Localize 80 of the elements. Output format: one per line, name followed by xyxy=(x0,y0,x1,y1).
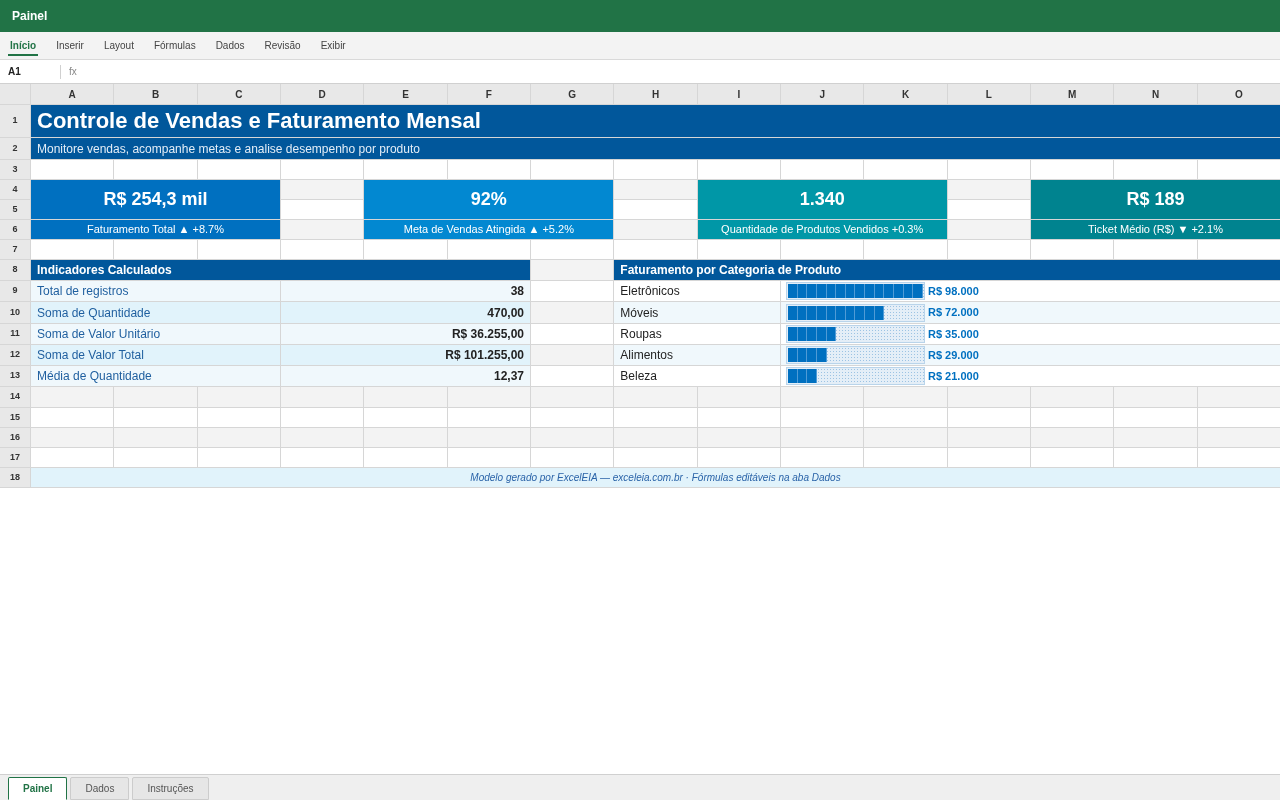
kpi-label-tile: Meta de Vendas Atingida ▲ +5.2% xyxy=(364,220,614,239)
kpi-label-tile: Quantidade de Produtos Vendidos +0.3% xyxy=(697,220,947,239)
column-header[interactable]: B xyxy=(114,84,197,104)
ribbon-tab[interactable]: Inserir xyxy=(54,36,86,56)
column-header[interactable]: F xyxy=(447,84,530,104)
kpi-value-tile: R$ 189 xyxy=(1031,180,1280,219)
kpi-label-tile: Ticket Médio (R$) ▼ +2.1% xyxy=(1031,220,1280,239)
category-value: R$ 72.000 xyxy=(928,305,979,321)
category-value: R$ 98.000 xyxy=(928,283,979,299)
row-header[interactable]: 11 xyxy=(0,324,30,344)
category-name: Roupas xyxy=(614,324,780,344)
row-header[interactable]: 6 xyxy=(0,220,30,239)
row-header[interactable]: 5 xyxy=(0,200,30,219)
kpi-value-tile: R$ 254,3 mil xyxy=(31,180,280,219)
ribbon-tab[interactable]: Exibir xyxy=(318,36,348,56)
kpi-value-tile: 1.340 xyxy=(697,180,947,219)
indicator-value: 12,37 xyxy=(281,366,530,386)
row-header[interactable]: 1 xyxy=(0,105,30,137)
subtitle-banner: Monitore vendas, acompanhe metas e analise desempenho por produto xyxy=(31,138,1280,159)
row-header[interactable]: 12 xyxy=(0,345,30,365)
section-header: Faturamento por Categoria de Produto xyxy=(614,260,1280,280)
ribbon-tab[interactable]: Fórmulas xyxy=(151,36,198,56)
ribbon-tab[interactable]: Revisão xyxy=(262,36,303,56)
column-header[interactable]: M xyxy=(1031,84,1114,104)
indicator-label: Média de Quantidade xyxy=(31,366,280,386)
indicator-label: Soma de Valor Unitário xyxy=(31,324,280,344)
row-header[interactable]: 18 xyxy=(0,468,30,487)
ribbon-tab[interactable]: Layout xyxy=(101,36,136,56)
category-name: Beleza xyxy=(614,366,780,386)
category-name: Eletrônicos xyxy=(614,281,780,301)
category-name: Móveis xyxy=(614,302,780,323)
sheet-tab[interactable]: Painel xyxy=(8,777,68,800)
fx-label: fx xyxy=(69,65,77,79)
category-value: R$ 29.000 xyxy=(928,347,979,363)
row-header[interactable]: 4 xyxy=(0,180,30,199)
row-header[interactable]: 15 xyxy=(0,408,30,427)
column-header[interactable]: C xyxy=(197,84,280,104)
indicator-value: R$ 101.255,00 xyxy=(281,345,530,365)
row-header[interactable]: 2 xyxy=(0,138,30,159)
column-header[interactable]: N xyxy=(1114,84,1197,104)
ribbon-tab[interactable]: Início xyxy=(8,36,39,56)
column-header[interactable]: E xyxy=(364,84,447,104)
column-header[interactable]: J xyxy=(781,84,864,104)
category-value: R$ 21.000 xyxy=(928,368,979,384)
ribbon-tab[interactable]: Dados xyxy=(213,36,247,56)
sheet-tab[interactable]: Instruções xyxy=(132,777,209,800)
indicator-label: Total de registros xyxy=(31,281,280,301)
column-header[interactable]: H xyxy=(614,84,697,104)
section-header: Indicadores Calculados xyxy=(31,260,530,280)
indicator-value: R$ 36.255,00 xyxy=(281,324,530,344)
row-header[interactable]: 8 xyxy=(0,260,30,280)
row-header[interactable]: 13 xyxy=(0,366,30,386)
column-header[interactable]: G xyxy=(531,84,614,104)
footer-note: Modelo gerado por ExcelEIA — exceleia.com.br · Fórmulas editáveis na aba Dados xyxy=(31,468,1280,487)
row-header[interactable]: 17 xyxy=(0,448,30,467)
app-title: Painel xyxy=(12,8,48,25)
kpi-value-tile: 92% xyxy=(364,180,614,219)
category-value: R$ 35.000 xyxy=(928,326,979,342)
name-box[interactable]: A1 xyxy=(0,64,60,79)
column-header[interactable]: A xyxy=(31,84,114,104)
select-all-corner[interactable] xyxy=(0,84,30,104)
column-header[interactable]: I xyxy=(697,84,780,104)
column-header[interactable]: O xyxy=(1197,84,1280,104)
row-header[interactable]: 3 xyxy=(0,160,30,179)
column-header[interactable]: L xyxy=(947,84,1030,104)
row-header[interactable]: 14 xyxy=(0,387,30,407)
indicator-label: Soma de Quantidade xyxy=(31,302,280,323)
sheet-tab[interactable]: Dados xyxy=(70,777,130,800)
indicator-label: Soma de Valor Total xyxy=(31,345,280,365)
row-header[interactable]: 9 xyxy=(0,281,30,301)
row-header[interactable]: 7 xyxy=(0,240,30,259)
row-header[interactable]: 16 xyxy=(0,428,30,447)
column-header[interactable]: K xyxy=(864,84,947,104)
row-header[interactable]: 10 xyxy=(0,302,30,323)
title-banner: Controle de Vendas e Faturamento Mensal xyxy=(31,105,1280,137)
indicator-value: 38 xyxy=(281,281,530,301)
indicator-value: 470,00 xyxy=(281,302,530,323)
category-name: Alimentos xyxy=(614,345,780,365)
kpi-label-tile: Faturamento Total ▲ +8.7% xyxy=(31,220,280,239)
column-header[interactable]: D xyxy=(281,84,364,104)
